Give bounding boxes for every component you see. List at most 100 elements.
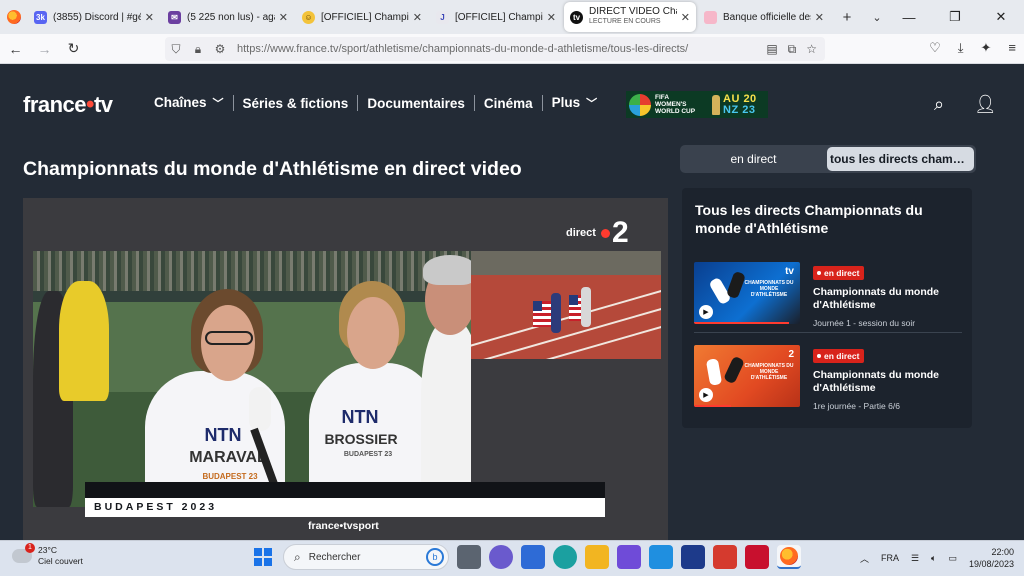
picture-in-picture-feed[interactable]: [471, 251, 661, 359]
new-tab-button[interactable]: +: [832, 9, 862, 26]
chat-icon[interactable]: [489, 545, 513, 569]
browser-tab[interactable]: ☺ [OFFICIEL] Championn ✕: [296, 2, 428, 32]
trophy-icon: [712, 94, 720, 115]
weather-temperature: 23°C: [38, 545, 57, 555]
close-tab-icon[interactable]: ✕: [413, 11, 422, 24]
toggle-option-tous-les-directs[interactable]: tous les directs champi...: [826, 147, 974, 171]
menu-item-documentaires[interactable]: Documentaires: [367, 96, 465, 111]
extensions-icon[interactable]: ✦: [981, 40, 992, 56]
stream-title[interactable]: Championnats du monde d'Athlétisme: [813, 286, 953, 312]
track-lane: [471, 277, 661, 351]
store-icon[interactable]: [521, 545, 545, 569]
tab-playing-label: LECTURE EN COURS: [589, 18, 661, 25]
mail-icon: ✉: [168, 10, 181, 24]
menu-divider: [473, 95, 475, 111]
file-explorer-icon[interactable]: [585, 545, 609, 569]
search-placeholder: Rechercher: [308, 551, 361, 563]
browser-tab[interactable]: 3k (3855) Discord | #géné ✕: [28, 2, 160, 32]
picture-in-picture-icon[interactable]: ⧉: [788, 42, 797, 57]
volume-icon[interactable]: 🔈︎: [931, 553, 936, 564]
clock[interactable]: 22:00 19/08/2023: [969, 546, 1014, 570]
app-icon[interactable]: [745, 545, 769, 569]
app-icon[interactable]: [681, 545, 705, 569]
menu-item-cinema[interactable]: Cinéma: [484, 96, 533, 111]
app-icon[interactable]: [713, 545, 737, 569]
reload-icon[interactable]: ↻: [60, 40, 87, 57]
athlete-thumbnail-figure: [705, 358, 723, 386]
task-view-icon[interactable]: [457, 545, 481, 569]
menu-divider: [357, 95, 359, 111]
user-account-icon[interactable]: 👤︎: [974, 94, 997, 115]
menu-item-chaines[interactable]: Chaînes ﹀: [154, 95, 224, 111]
taskbar-search[interactable]: ⌕ Rechercher b: [283, 544, 449, 570]
firefox-menu-button[interactable]: [0, 0, 28, 34]
stream-subtitle: Journée 1 - session du soir: [813, 318, 916, 328]
search-icon[interactable]: ⌕: [934, 94, 944, 115]
stream-title[interactable]: Championnats du monde d'Athlétisme: [813, 369, 953, 395]
address-bar[interactable]: ⛉ 🔒︎ ⚙ https://www.france.tv/sport/athle…: [165, 37, 825, 61]
close-window-icon[interactable]: ✕: [978, 0, 1024, 34]
language-indicator[interactable]: FRA: [881, 553, 899, 563]
live-streams-sidebar: Tous les directs Championnats du monde d…: [682, 188, 972, 428]
back-arrow-icon[interactable]: ←: [2, 41, 29, 57]
downloads-icon[interactable]: ⤓: [958, 40, 964, 56]
menu-item-plus[interactable]: Plus ﹀: [552, 95, 598, 111]
start-button[interactable]: [251, 545, 275, 569]
play-icon[interactable]: ▶: [699, 305, 713, 319]
firefox-icon: [7, 10, 21, 24]
red-dot-icon: [600, 228, 610, 238]
stream-info: en direct Championnats du monde d'Athlét…: [813, 341, 953, 411]
pocket-icon[interactable]: ♡: [929, 40, 941, 56]
tab-title: (3855) Discord | #géné: [53, 11, 141, 23]
francetv-logo[interactable]: france•tv: [23, 91, 113, 119]
permissions-icon[interactable]: ⚙: [209, 42, 231, 56]
minimize-icon[interactable]: —: [886, 0, 932, 34]
restore-icon[interactable]: ❐: [932, 0, 978, 34]
wifi-icon[interactable]: ☰: [911, 553, 919, 564]
close-tab-icon[interactable]: ✕: [279, 11, 288, 24]
firefox-taskbar-icon[interactable]: [777, 545, 801, 569]
reader-view-icon[interactable]: ▤: [766, 42, 777, 57]
app-icon[interactable]: [649, 545, 673, 569]
play-icon[interactable]: ▶: [699, 388, 713, 402]
clock-time: 22:00: [991, 547, 1014, 557]
video-frame[interactable]: NTN MARAVAL BUDAPEST 23 NTN BROSSIER BUD…: [33, 251, 471, 507]
athlete-head: [347, 297, 399, 369]
chevron-up-icon[interactable]: ︿: [860, 552, 869, 565]
womens-world-cup-banner[interactable]: FIFA WOMEN'S WORLD CUP AU 20 NZ 23: [626, 91, 768, 118]
stream-thumbnail[interactable]: tv CHAMPIONNATS DU MONDE D'ATHLÉTISME ▶: [694, 262, 800, 324]
bookmark-star-icon[interactable]: ☆: [806, 42, 817, 57]
progress-bar: [694, 322, 790, 324]
emoji-icon: ☺: [302, 10, 315, 24]
logo-text: france: [23, 92, 87, 117]
forward-arrow-icon[interactable]: →: [31, 41, 58, 57]
live-stream-card[interactable]: tv CHAMPIONNATS DU MONDE D'ATHLÉTISME ▶ …: [694, 258, 962, 328]
live-stream-card[interactable]: 2 CHAMPIONNATS DU MONDE D'ATHLÉTISME ▶ e…: [694, 332, 962, 411]
video-player[interactable]: NTN MARAVAL BUDAPEST 23 NTN BROSSIER BUD…: [23, 198, 668, 540]
browser-tab[interactable]: ✉ (5 225 non lus) - agard ✕: [162, 2, 294, 32]
lock-icon[interactable]: 🔒︎: [187, 42, 209, 57]
close-tab-icon[interactable]: ✕: [145, 11, 154, 24]
webpage: france•tv Chaînes ﹀ Séries & fictions Doc…: [0, 64, 1024, 540]
battery-icon[interactable]: ▭: [948, 553, 957, 564]
edge-icon[interactable]: [553, 545, 577, 569]
shield-icon[interactable]: ⛉: [165, 42, 187, 57]
athlete-figure: [59, 281, 109, 401]
tab-title: DIRECT VIDEO Champ: [589, 7, 677, 17]
app-icon[interactable]: [617, 545, 641, 569]
close-tab-icon[interactable]: ✕: [681, 11, 690, 24]
stream-thumbnail[interactable]: 2 CHAMPIONNATS DU MONDE D'ATHLÉTISME ▶: [694, 345, 800, 407]
browser-tab-active[interactable]: tv DIRECT VIDEO Champ LECTURE EN COURS ✕: [564, 2, 696, 32]
toggle-option-en-direct[interactable]: en direct: [680, 152, 827, 166]
close-tab-icon[interactable]: ✕: [547, 11, 556, 24]
menu-item-series[interactable]: Séries & fictions: [243, 96, 349, 111]
bing-icon[interactable]: b: [426, 548, 444, 566]
close-tab-icon[interactable]: ✕: [815, 11, 824, 24]
tab-title-block: DIRECT VIDEO Champ LECTURE EN COURS: [589, 7, 677, 27]
promo-line: AU 20: [723, 92, 757, 105]
url-text[interactable]: https://www.france.tv/sport/athletisme/c…: [237, 43, 688, 55]
browser-tab[interactable]: J [OFFICIEL] Championn ✕: [430, 2, 562, 32]
weather-widget[interactable]: 1 23°C Ciel couvert: [9, 543, 83, 567]
browser-tab[interactable]: Banque officielle des n ✕: [698, 2, 830, 32]
menu-icon[interactable]: ≡: [1008, 40, 1016, 56]
